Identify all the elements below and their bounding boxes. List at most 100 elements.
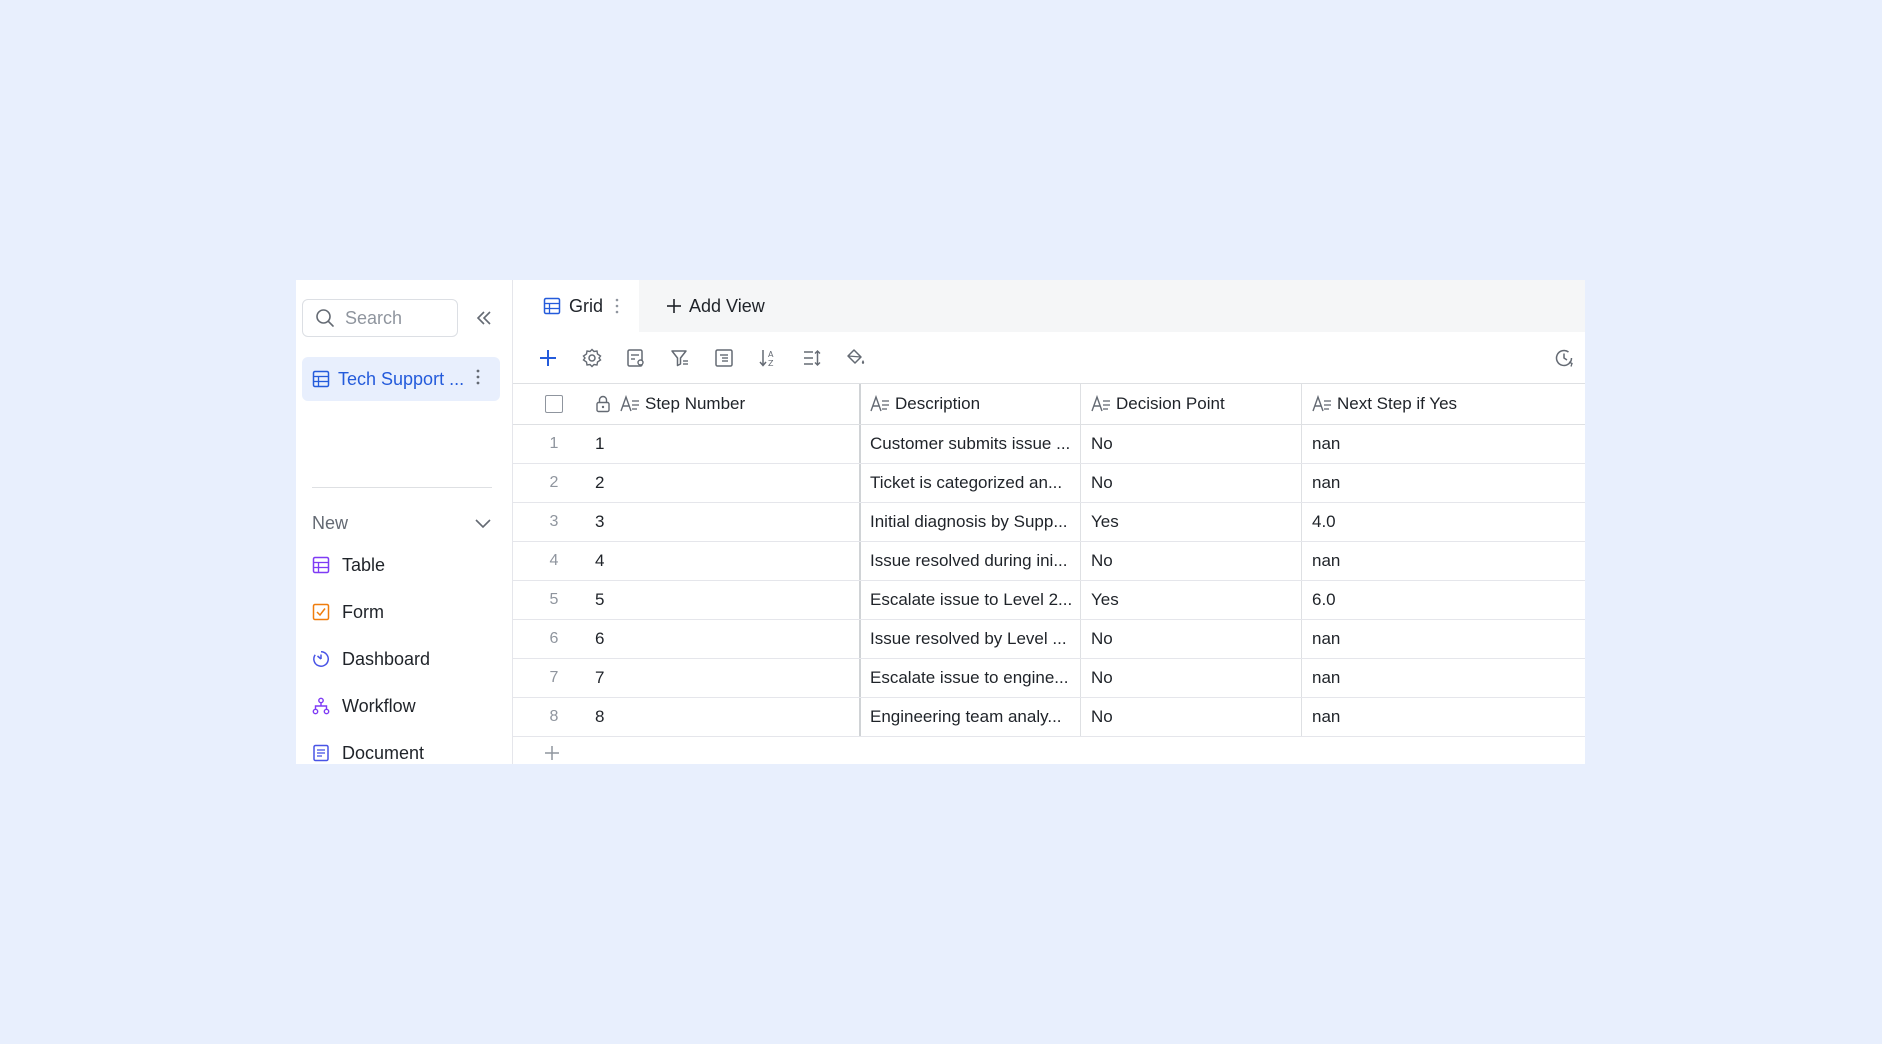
cell-next-step[interactable]: 4.0 bbox=[1301, 503, 1522, 541]
group-icon bbox=[715, 349, 733, 367]
new-table-item[interactable]: Table bbox=[312, 549, 492, 581]
gear-icon bbox=[582, 348, 602, 368]
new-section-header[interactable]: New bbox=[312, 508, 492, 538]
new-workflow-item[interactable]: Workflow bbox=[312, 690, 492, 722]
cell-decision-point[interactable]: No bbox=[1080, 425, 1301, 463]
row-height-button[interactable] bbox=[800, 346, 824, 370]
workflow-icon bbox=[312, 697, 330, 715]
table-row[interactable]: 8 8 Engineering team analy... No nan bbox=[513, 698, 1585, 737]
new-item-label: Workflow bbox=[342, 695, 416, 716]
table-row[interactable]: 2 2 Ticket is categorized an... No nan bbox=[513, 464, 1585, 503]
tab-grid[interactable]: Grid bbox=[513, 280, 639, 332]
cell-step-number[interactable]: 2 bbox=[595, 464, 859, 502]
cell-next-step[interactable]: nan bbox=[1301, 542, 1522, 580]
form-icon bbox=[312, 603, 330, 621]
collapse-sidebar-button[interactable] bbox=[472, 306, 496, 330]
view-tabbar: Grid Add View bbox=[513, 280, 1585, 332]
grid-view-icon bbox=[543, 297, 561, 315]
paint-bucket-icon bbox=[847, 349, 865, 364]
cell-decision-point[interactable]: No bbox=[1080, 659, 1301, 697]
fill-color-button[interactable] bbox=[844, 346, 868, 370]
history-button[interactable] bbox=[1552, 346, 1576, 370]
new-item-label: Form bbox=[342, 601, 384, 622]
cell-decision-point[interactable]: No bbox=[1080, 698, 1301, 736]
cell-step-number[interactable]: 1 bbox=[595, 425, 859, 463]
new-item-label: Dashboard bbox=[342, 648, 431, 669]
add-view-button[interactable]: Add View bbox=[665, 280, 765, 332]
cell-step-number[interactable]: 6 bbox=[595, 620, 859, 658]
table-row[interactable]: 5 5 Escalate issue to Level 2... Yes 6.0 bbox=[513, 581, 1585, 620]
grid-header-row: Step Number Description Decision Point N… bbox=[513, 383, 1585, 425]
row-index: 6 bbox=[549, 630, 559, 647]
add-row-button[interactable] bbox=[543, 744, 561, 762]
table-icon bbox=[312, 370, 330, 388]
table-row[interactable]: 1 1 Customer submits issue ... No nan bbox=[513, 425, 1585, 464]
tab-grid-label: Grid bbox=[569, 295, 604, 316]
cell-next-step[interactable]: nan bbox=[1301, 425, 1522, 463]
new-dashboard-item[interactable]: Dashboard bbox=[312, 643, 492, 675]
column-header-description[interactable]: Description bbox=[859, 384, 1080, 424]
column-header-label: Next Step if Yes bbox=[1337, 394, 1458, 413]
cell-step-number[interactable]: 8 bbox=[595, 698, 859, 736]
cell-description[interactable]: Engineering team analy... bbox=[859, 698, 1080, 736]
cell-decision-point[interactable]: Yes bbox=[1080, 503, 1301, 541]
sidebar: Search Tech Support ... New Table Form D… bbox=[296, 280, 513, 764]
cell-description[interactable]: Escalate issue to engine... bbox=[859, 659, 1080, 697]
lock-icon bbox=[595, 395, 615, 413]
new-document-item[interactable]: Document bbox=[312, 737, 492, 764]
toolbar: AZ bbox=[513, 332, 1585, 383]
column-header-step-number[interactable]: Step Number bbox=[595, 384, 859, 424]
table-icon bbox=[312, 556, 330, 574]
cell-next-step[interactable]: nan bbox=[1301, 659, 1522, 697]
sort-button[interactable]: AZ bbox=[756, 346, 780, 370]
plus-icon bbox=[540, 350, 556, 366]
row-index: 7 bbox=[549, 669, 559, 686]
add-record-button[interactable] bbox=[536, 346, 560, 370]
column-header-label: Decision Point bbox=[1116, 394, 1225, 413]
field-manage-icon bbox=[627, 349, 644, 367]
table-row[interactable]: 3 3 Initial diagnosis by Supp... Yes 4.0 bbox=[513, 503, 1585, 542]
cell-step-number[interactable]: 7 bbox=[595, 659, 859, 697]
sidebar-item-tech-support[interactable]: Tech Support ... bbox=[302, 357, 500, 401]
cell-decision-point[interactable]: Yes bbox=[1080, 581, 1301, 619]
more-vertical-icon[interactable] bbox=[615, 298, 619, 314]
cell-next-step[interactable]: nan bbox=[1301, 698, 1522, 736]
search-input[interactable]: Search bbox=[302, 299, 458, 337]
document-icon bbox=[312, 744, 330, 762]
group-button[interactable] bbox=[712, 346, 736, 370]
select-all-checkbox[interactable] bbox=[513, 384, 595, 424]
cell-description[interactable]: Ticket is categorized an... bbox=[859, 464, 1080, 502]
cell-next-step[interactable]: 6.0 bbox=[1301, 581, 1522, 619]
field-settings-button[interactable] bbox=[624, 346, 648, 370]
cell-description[interactable]: Escalate issue to Level 2... bbox=[859, 581, 1080, 619]
cell-decision-point[interactable]: No bbox=[1080, 542, 1301, 580]
cell-description[interactable]: Issue resolved during ini... bbox=[859, 542, 1080, 580]
plus-icon bbox=[665, 297, 683, 315]
new-form-item[interactable]: Form bbox=[312, 596, 492, 628]
new-label: New bbox=[312, 512, 349, 533]
cell-next-step[interactable]: nan bbox=[1301, 620, 1522, 658]
settings-button[interactable] bbox=[580, 346, 604, 370]
history-icon bbox=[1555, 349, 1573, 367]
column-header-next-step-if-yes[interactable]: Next Step if Yes bbox=[1301, 384, 1522, 424]
cell-step-number[interactable]: 3 bbox=[595, 503, 859, 541]
cell-description[interactable]: Customer submits issue ... bbox=[859, 425, 1080, 463]
sidebar-divider bbox=[312, 487, 492, 488]
table-row[interactable]: 7 7 Escalate issue to engine... No nan bbox=[513, 659, 1585, 698]
row-index: 8 bbox=[549, 708, 559, 725]
search-placeholder: Search bbox=[345, 307, 403, 328]
cell-step-number[interactable]: 5 bbox=[595, 581, 859, 619]
filter-button[interactable] bbox=[668, 346, 692, 370]
cell-decision-point[interactable]: No bbox=[1080, 620, 1301, 658]
cell-description[interactable]: Initial diagnosis by Supp... bbox=[859, 503, 1080, 541]
cell-description[interactable]: Issue resolved by Level ... bbox=[859, 620, 1080, 658]
svg-text:Z: Z bbox=[768, 359, 774, 368]
new-item-label: Table bbox=[342, 554, 386, 575]
column-header-decision-point[interactable]: Decision Point bbox=[1080, 384, 1301, 424]
table-row[interactable]: 6 6 Issue resolved by Level ... No nan bbox=[513, 620, 1585, 659]
cell-step-number[interactable]: 4 bbox=[595, 542, 859, 580]
cell-next-step[interactable]: nan bbox=[1301, 464, 1522, 502]
more-vertical-icon[interactable] bbox=[468, 369, 488, 389]
table-row[interactable]: 4 4 Issue resolved during ini... No nan bbox=[513, 542, 1585, 581]
cell-decision-point[interactable]: No bbox=[1080, 464, 1301, 502]
